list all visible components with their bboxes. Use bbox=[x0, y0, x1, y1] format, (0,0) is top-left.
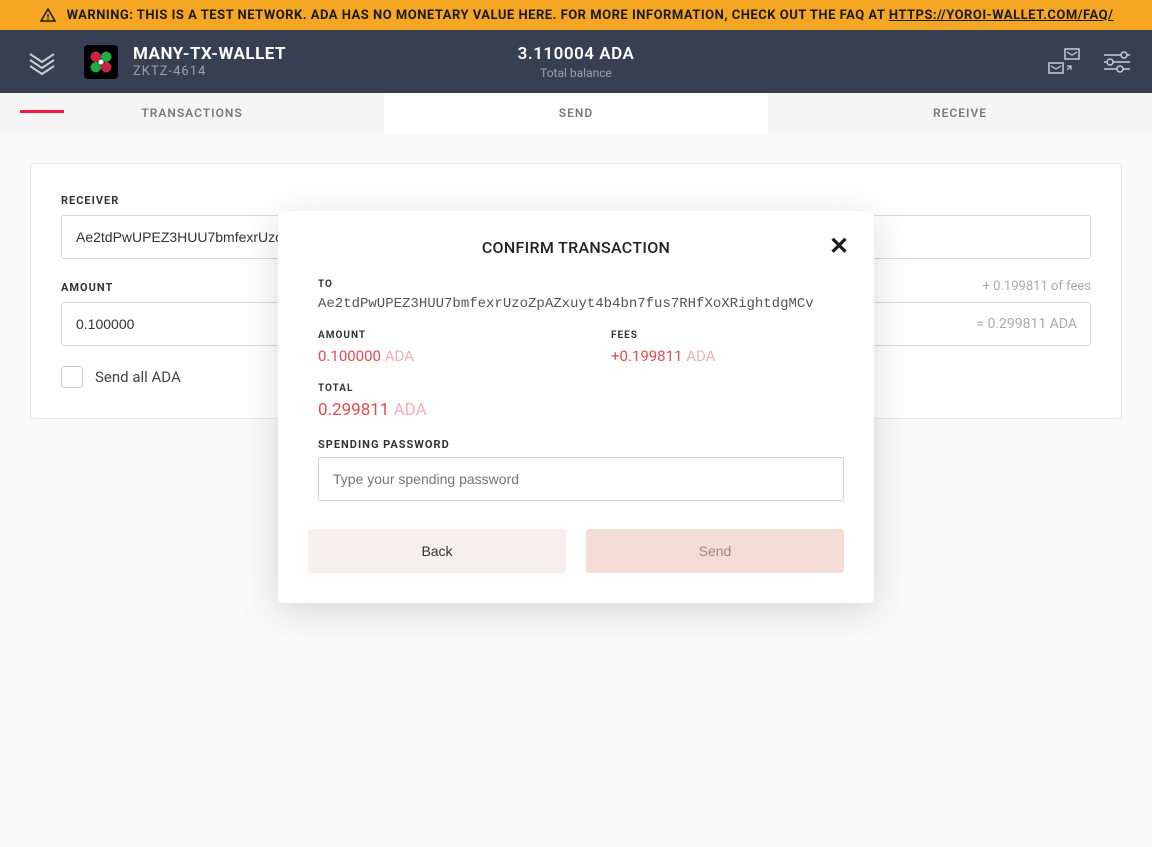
send-all-checkbox[interactable] bbox=[61, 366, 83, 388]
paper-wallet-icon[interactable] bbox=[1047, 47, 1077, 77]
tab-receive[interactable]: RECEIVE bbox=[768, 93, 1152, 133]
warning-icon bbox=[39, 6, 57, 24]
confirm-transaction-modal: CONFIRM TRANSACTION ✕ TO Ae2tdPwUPEZ3HUU… bbox=[278, 211, 874, 603]
total-value-modal: 0.299811 ADA bbox=[318, 400, 844, 420]
send-all-label: Send all ADA bbox=[95, 368, 181, 386]
spending-password-input[interactable] bbox=[318, 457, 844, 501]
tab-transactions[interactable]: TRANSACTIONS bbox=[0, 93, 384, 133]
balance-amount: 3.110004 ADA bbox=[518, 44, 635, 64]
warning-text: WARNING: THIS IS A TEST NETWORK. ADA HAS… bbox=[67, 8, 889, 23]
receiver-label: RECEIVER bbox=[61, 194, 1091, 207]
tab-send[interactable]: SEND bbox=[384, 93, 768, 133]
password-label: SPENDING PASSWORD bbox=[318, 438, 844, 451]
app-logo[interactable] bbox=[20, 40, 64, 84]
app-header: MANY-TX-WALLET ZKTZ-4614 3.110004 ADA To… bbox=[0, 30, 1152, 93]
logo-accent bbox=[20, 110, 64, 113]
amount-label-modal: AMOUNT bbox=[318, 330, 551, 341]
wallet-name: MANY-TX-WALLET bbox=[133, 44, 286, 64]
fee-hint: + 0.199811 of fees bbox=[983, 279, 1091, 294]
send-button[interactable]: Send bbox=[586, 529, 844, 573]
close-icon: ✕ bbox=[829, 232, 849, 260]
warning-link[interactable]: HTTPS://YOROI-WALLET.COM/FAQ/ bbox=[889, 8, 1114, 23]
total-label-modal: TOTAL bbox=[318, 383, 844, 394]
settings-icon[interactable] bbox=[1102, 47, 1132, 77]
total-hint: = 0.299811 ADA bbox=[976, 316, 1077, 332]
modal-title: CONFIRM TRANSACTION bbox=[308, 238, 844, 257]
to-address: Ae2tdPwUPEZ3HUU7bmfexrUzoZpAZxuyt4b4bn7f… bbox=[318, 296, 844, 312]
wallet-avatar bbox=[84, 45, 118, 79]
balance-label: Total balance bbox=[518, 66, 635, 80]
wallet-tabs: TRANSACTIONS SEND RECEIVE bbox=[0, 93, 1152, 133]
amount-value-modal: 0.100000 ADA bbox=[318, 347, 551, 365]
fees-label-modal: FEES bbox=[611, 330, 844, 341]
to-label: TO bbox=[318, 279, 844, 290]
warning-banner: WARNING: THIS IS A TEST NETWORK. ADA HAS… bbox=[0, 0, 1152, 30]
yoroi-logo-icon bbox=[28, 48, 56, 76]
wallet-code: ZKTZ-4614 bbox=[133, 64, 286, 79]
amount-label: AMOUNT bbox=[61, 281, 113, 294]
fees-value-modal: +0.199811 ADA bbox=[611, 347, 844, 365]
close-button[interactable]: ✕ bbox=[828, 235, 850, 257]
back-button[interactable]: Back bbox=[308, 529, 566, 573]
